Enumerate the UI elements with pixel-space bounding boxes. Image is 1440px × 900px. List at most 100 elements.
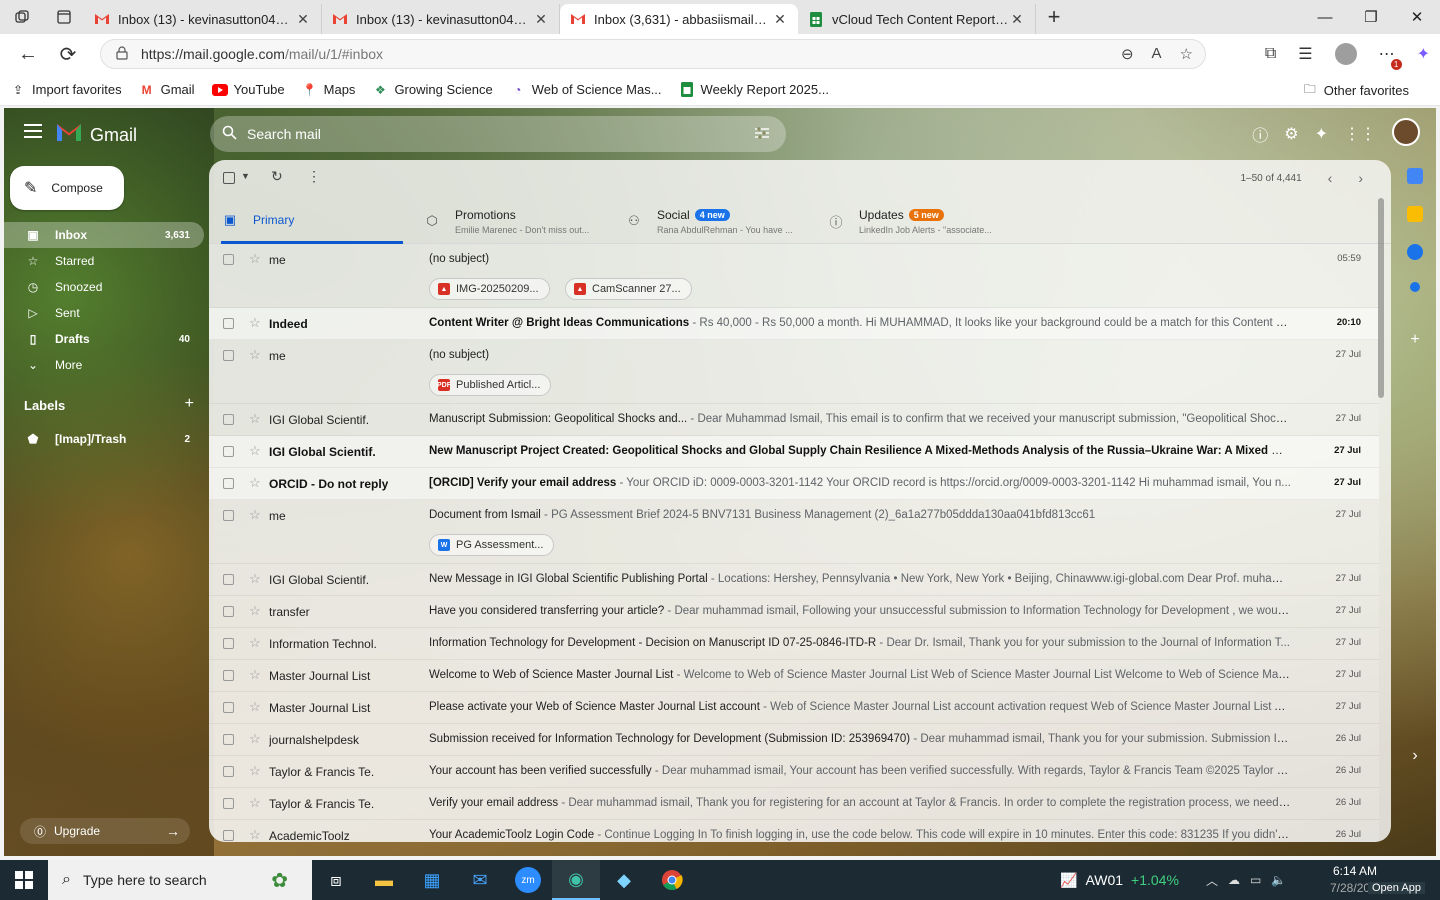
star-icon[interactable]: ☆ <box>249 603 261 619</box>
star-icon[interactable]: ☆ <box>249 763 261 779</box>
edge-icon[interactable]: ◉ <box>552 860 600 900</box>
email-row[interactable]: ☆ Indeed Content Writer @ Bright Ideas Com… <box>209 308 1379 340</box>
row-checkbox[interactable] <box>223 318 234 329</box>
file-explorer-icon[interactable]: ▬ <box>360 860 408 900</box>
star-icon[interactable]: ☆ <box>249 635 261 651</box>
attachment-chip[interactable]: PDF Published Articl... <box>429 374 552 396</box>
scrollbar[interactable] <box>1378 198 1384 398</box>
favorite-weekly-report[interactable]: Weekly Report 2025... <box>679 82 829 98</box>
email-row[interactable]: ☆ IGI Global Scientif. New Manuscript Proj… <box>209 436 1379 468</box>
select-dropdown-icon[interactable]: ▼ <box>241 171 250 181</box>
task-view-icon[interactable]: ⧈ <box>312 860 360 900</box>
refresh-button[interactable]: ⟳ <box>48 34 88 74</box>
email-row[interactable]: ☆ IGI Global Scientif. New Message in IGI … <box>209 564 1379 596</box>
star-icon[interactable]: ☆ <box>249 795 261 811</box>
sidebar-item-starred[interactable]: ☆ Starred <box>4 248 204 274</box>
account-avatar[interactable] <box>1392 118 1420 146</box>
email-row[interactable]: ☆ me Document from Ismail - PG Assessment … <box>209 500 1379 564</box>
favorite-maps[interactable]: 📍 Maps <box>302 82 355 98</box>
add-addon-icon[interactable]: + <box>1407 332 1423 348</box>
cloud-icon[interactable]: ☁ <box>1228 873 1240 887</box>
sidebar-item-sent[interactable]: ▷ Sent <box>4 300 204 326</box>
sidebar-item-label-trash[interactable]: ⬟ [Imap]/Trash 2 <box>4 426 204 452</box>
prev-page-icon[interactable]: ‹ <box>1328 170 1333 186</box>
add-label-icon[interactable]: + <box>185 395 194 413</box>
star-icon[interactable]: ☆ <box>249 411 261 427</box>
star-icon[interactable]: ☆ <box>249 475 261 491</box>
store-icon[interactable]: ▦ <box>408 860 456 900</box>
back-button[interactable]: ← <box>8 34 48 74</box>
favorites-icon[interactable]: ☰ <box>1298 44 1312 64</box>
close-icon[interactable]: ✕ <box>1009 11 1025 28</box>
tab-updates[interactable]: ⓘ Updates 5 new LinkedIn Job Alerts - "as… <box>827 198 1057 244</box>
email-row[interactable]: ☆ me (no subject) 05:59 ▲ IMG-20250209... ▲ Cam… <box>209 244 1379 308</box>
help-icon[interactable]: ⓘ <box>1252 122 1268 146</box>
extensions-icon[interactable]: ⧉ <box>1265 45 1276 63</box>
row-checkbox[interactable] <box>223 574 234 585</box>
gemini-icon[interactable]: ✦ <box>1315 124 1328 144</box>
row-checkbox[interactable] <box>223 478 234 489</box>
sidebar-item-inbox[interactable]: ▣ Inbox 3,631 <box>4 222 204 248</box>
refresh-icon[interactable]: ↻ <box>271 168 283 185</box>
mail-icon[interactable]: ✉ <box>456 860 504 900</box>
compose-button[interactable]: ✎ Compose <box>10 166 124 210</box>
tab-promotions[interactable]: ⬡ Promotions Emilie Marenec - Don't miss… <box>423 198 623 244</box>
profile-avatar[interactable] <box>1334 43 1357 65</box>
favorite-gmail[interactable]: M Gmail <box>139 82 195 98</box>
star-icon[interactable]: ☆ <box>249 571 261 587</box>
other-favorites[interactable]: 🗀 Other favorites <box>1302 74 1409 106</box>
taskbar-search[interactable]: ⌕ Type here to search ✿ <box>48 860 312 900</box>
tab-primary[interactable]: ▣ Primary <box>221 198 403 244</box>
star-icon[interactable]: ☆ <box>249 443 261 459</box>
search-input[interactable]: Search mail <box>247 126 321 142</box>
favorite-import[interactable]: ⇪ Import favorites <box>10 82 122 98</box>
apps-grid-icon[interactable]: ⋮⋮ <box>1344 124 1376 144</box>
chevron-up-icon[interactable]: ︿ <box>1206 872 1218 889</box>
email-row[interactable]: ☆ journalshelpdesk Submission received for… <box>209 724 1379 756</box>
row-checkbox[interactable] <box>223 798 234 809</box>
calendar-icon[interactable] <box>1407 168 1423 184</box>
email-row[interactable]: ☆ Information Technol. Information Technol… <box>209 628 1379 660</box>
row-checkbox[interactable] <box>223 638 234 649</box>
favorite-youtube[interactable]: YouTube <box>211 82 285 98</box>
app-icon[interactable]: ◆ <box>600 860 648 900</box>
read-aloud-icon[interactable]: A <box>1152 45 1162 63</box>
email-row[interactable]: ☆ Taylor & Francis Te. Verify your email a… <box>209 788 1379 820</box>
star-icon[interactable]: ☆ <box>249 251 261 267</box>
row-checkbox[interactable] <box>223 702 234 713</box>
row-checkbox[interactable] <box>223 446 234 457</box>
search-bar[interactable]: Search mail <box>210 116 786 152</box>
row-checkbox[interactable] <box>223 254 234 265</box>
zoom-app-icon[interactable]: zm <box>504 860 552 900</box>
star-icon[interactable]: ☆ <box>249 667 261 683</box>
open-app-button[interactable]: Open App <box>1368 882 1425 894</box>
star-icon[interactable]: ☆ <box>249 699 261 715</box>
email-row[interactable]: ☆ me (no subject) 27 Jul PDF Published Articl… <box>209 340 1379 404</box>
minimize-icon[interactable]: — <box>1302 0 1348 34</box>
sidebar-item-drafts[interactable]: ▯ Drafts 40 <box>4 326 204 352</box>
upgrade-button[interactable]: ⓪ Upgrade → <box>20 818 190 844</box>
favorite-web-of-science[interactable]: ◔ Web of Science Mas... <box>510 82 661 98</box>
browser-tab[interactable]: vCloud Tech Content Report - Google Shee… <box>798 4 1036 34</box>
email-row[interactable]: ☆ Master Journal List Please activate your… <box>209 692 1379 724</box>
gear-icon[interactable]: ⚙ <box>1284 124 1298 144</box>
email-row[interactable]: ☆ IGI Global Scientif. Manuscript Submissi… <box>209 404 1379 436</box>
new-tab-button[interactable]: + <box>1036 0 1072 34</box>
favorite-growing-science[interactable]: ❖ Growing Science <box>372 82 493 98</box>
email-row[interactable]: ☆ AcademicToolz Your AcademicToolz Login C… <box>209 820 1379 842</box>
star-icon[interactable]: ☆ <box>249 347 261 363</box>
attachment-chip[interactable]: ▲ IMG-20250209... <box>429 278 550 300</box>
url-field[interactable]: https://mail.google.com/mail/u/1/#inbox … <box>100 39 1206 69</box>
tab-social[interactable]: ⚇ Social 4 new Rana AbdulRehman - You hav… <box>625 198 825 244</box>
favorite-star-icon[interactable]: ☆ <box>1180 45 1193 63</box>
sidebar-item-more[interactable]: ⌄ More <box>4 352 204 378</box>
row-checkbox[interactable] <box>223 670 234 681</box>
stock-widget[interactable]: 📈 AW01 +1.04% <box>1060 860 1179 900</box>
sidebar-item-snoozed[interactable]: ◷ Snoozed <box>4 274 204 300</box>
star-icon[interactable]: ☆ <box>249 731 261 747</box>
attachment-chip[interactable]: ▲ CamScanner 27... <box>565 278 692 300</box>
tab-actions-icon[interactable] <box>44 0 84 34</box>
more-actions-icon[interactable]: ⋮ <box>307 168 321 185</box>
keep-icon[interactable] <box>1407 206 1423 222</box>
expand-panel-icon[interactable]: › <box>1407 748 1423 764</box>
